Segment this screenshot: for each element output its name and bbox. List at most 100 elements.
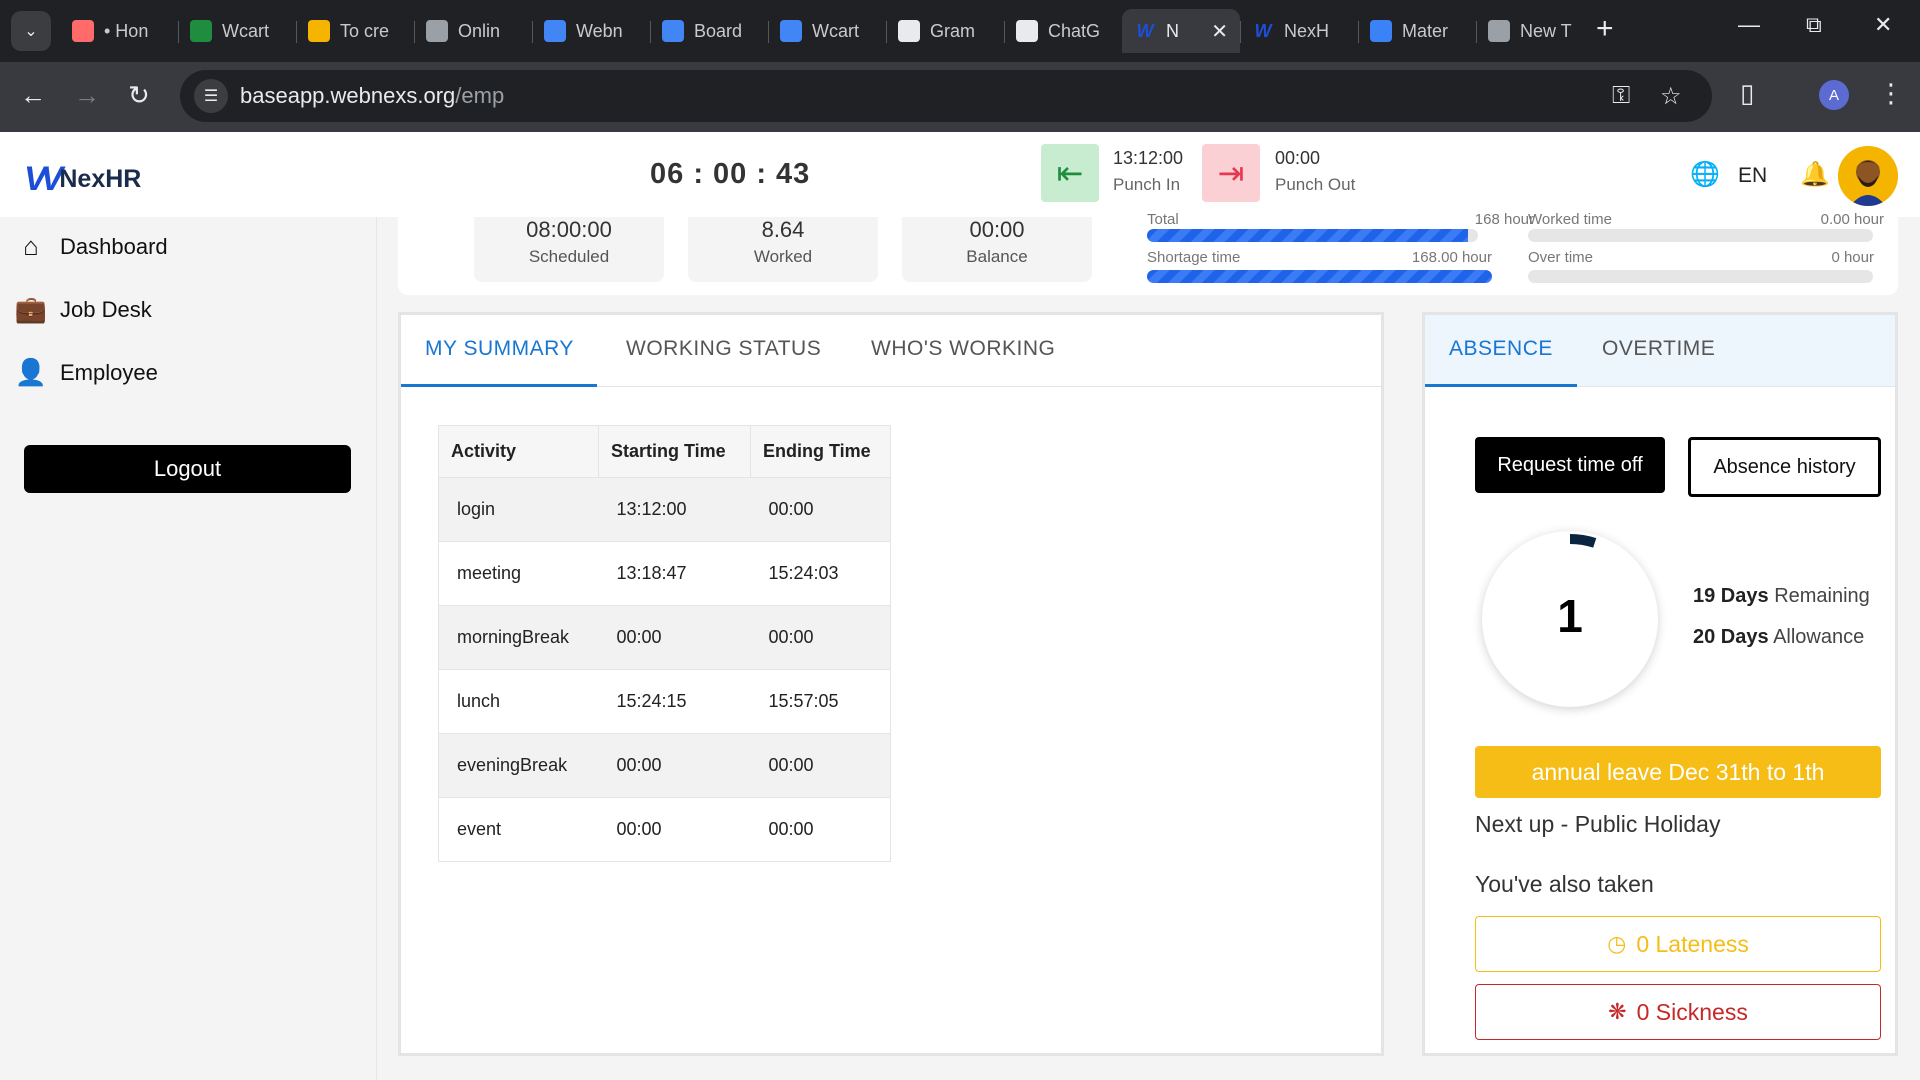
table-row: event 00:00 00:00 bbox=[438, 797, 891, 862]
tab-title: • Hon bbox=[104, 20, 149, 41]
chatgpt-icon bbox=[1016, 20, 1038, 42]
table-cell: 00:00 bbox=[750, 605, 891, 670]
days-remaining: 19 Days Remaining bbox=[1693, 585, 1870, 608]
tab-my-summary[interactable]: MY SUMMARY bbox=[425, 337, 574, 361]
browser-tab[interactable]: ChatG bbox=[1004, 9, 1122, 53]
bell-icon[interactable]: 🔔 bbox=[1800, 160, 1830, 189]
url-text[interactable]: baseapp.webnexs.org/emp bbox=[240, 83, 504, 109]
new-tab-button[interactable]: + bbox=[1596, 14, 1614, 44]
browser-toolbar: ← → ↻ ☰ baseapp.webnexs.org/emp ⚿ ☆ ▯ A … bbox=[0, 62, 1920, 132]
punch-in-icon: ⇤ bbox=[1056, 155, 1084, 191]
total-value: 168 hour bbox=[1474, 211, 1534, 228]
globe-icon[interactable]: 🌐 bbox=[1690, 160, 1720, 189]
shortage-value: 168.00 hour bbox=[1411, 249, 1492, 266]
tab-working-status[interactable]: WORKING STATUS bbox=[626, 337, 821, 361]
chrome-icon bbox=[1488, 20, 1510, 42]
leave-taken-ring: 1 bbox=[1482, 531, 1658, 707]
tab-title: Wcart bbox=[222, 20, 269, 41]
stat-value: 08:00:00 bbox=[526, 217, 612, 242]
sidebar-item-job-desk[interactable]: 💼 Job Desk bbox=[14, 294, 152, 325]
table-cell: event bbox=[438, 797, 599, 862]
browser-tab[interactable]: New T bbox=[1476, 9, 1594, 53]
overtime-value: 0 hour bbox=[1831, 249, 1874, 266]
key-icon[interactable]: ⚿ bbox=[1612, 82, 1630, 110]
forward-arrow-icon[interactable]: → bbox=[74, 80, 100, 111]
menu-kebab-icon[interactable]: ⋮ bbox=[1878, 78, 1904, 109]
avatar-illustration bbox=[1838, 146, 1898, 206]
language-selector[interactable]: EN bbox=[1738, 164, 1767, 188]
table-cell: 15:24:15 bbox=[598, 669, 751, 734]
tab-absence[interactable]: ABSENCE bbox=[1449, 337, 1553, 361]
punch-out-icon: ⇥ bbox=[1217, 155, 1245, 191]
summary-panel: MY SUMMARY WORKING STATUS WHO'S WORKING … bbox=[398, 312, 1384, 1056]
table-cell: login bbox=[438, 477, 599, 542]
nexhr-logo[interactable]: VV NexHR bbox=[24, 160, 141, 199]
chevron-down-icon: ⌄ bbox=[24, 23, 38, 40]
punch-out-time: 00:00 bbox=[1275, 148, 1321, 168]
column-header: Starting Time bbox=[598, 425, 751, 478]
annual-leave-banner: annual leave Dec 31th to 1th bbox=[1475, 746, 1881, 798]
browser-tab[interactable]: Gram bbox=[886, 9, 1004, 53]
restore-button[interactable]: ⧉ bbox=[1806, 12, 1822, 38]
worked-time-value: 0.00 hour bbox=[1820, 211, 1884, 228]
also-taken-text: You've also taken bbox=[1475, 871, 1654, 897]
shortage-bar bbox=[1147, 270, 1492, 283]
profile-avatar[interactable]: A bbox=[1819, 80, 1849, 110]
window-close-button[interactable]: ✕ bbox=[1874, 12, 1892, 38]
browser-tab[interactable]: W NexH bbox=[1240, 9, 1358, 53]
extensions-icon[interactable]: ▯ bbox=[1740, 78, 1754, 109]
tab-overtime[interactable]: OVERTIME bbox=[1602, 337, 1715, 361]
nexhr-icon: W bbox=[1136, 20, 1154, 41]
sickness-text: 0 Sickness bbox=[1636, 998, 1748, 1025]
days-allowance: 20 Days Allowance bbox=[1693, 626, 1864, 649]
leave-taken-count: 1 bbox=[1557, 590, 1583, 642]
reload-icon[interactable]: ↻ bbox=[128, 80, 150, 111]
stat-label: Worked bbox=[753, 247, 813, 266]
table-cell: 00:00 bbox=[750, 797, 891, 862]
tab-title: Mater bbox=[1402, 20, 1449, 41]
tab-whos-working[interactable]: WHO'S WORKING bbox=[871, 337, 1055, 361]
address-bar[interactable]: ☰ baseapp.webnexs.org/emp ⚿ ☆ bbox=[180, 70, 1712, 122]
browser-tab[interactable]: W N ✕ bbox=[1122, 9, 1240, 53]
site-info-icon[interactable]: ☰ bbox=[194, 79, 228, 113]
browser-tab[interactable]: • Hon bbox=[60, 9, 178, 53]
tab-title: New T bbox=[1520, 20, 1572, 41]
table-cell: meeting bbox=[438, 541, 599, 606]
total-bar-fill bbox=[1147, 229, 1469, 242]
tab-close-icon[interactable]: ✕ bbox=[1211, 19, 1228, 44]
absence-history-button[interactable]: Absence history bbox=[1688, 437, 1881, 497]
stat-scheduled: 08:00:00 Scheduled bbox=[474, 217, 664, 282]
browser-tab[interactable]: Board bbox=[650, 9, 768, 53]
sidebar-item-label: Dashboard bbox=[60, 233, 168, 259]
browser-tab[interactable]: Onlin bbox=[414, 9, 532, 53]
browser-tab[interactable]: Wcart bbox=[178, 9, 296, 53]
virus-icon: ❋ bbox=[1608, 999, 1627, 1024]
sidebar-item-employee[interactable]: 👤 Employee bbox=[14, 357, 158, 388]
star-icon[interactable]: ☆ bbox=[1660, 82, 1682, 111]
table-row: eveningBreak 00:00 00:00 bbox=[438, 733, 891, 798]
url-host: baseapp.webnexs.org bbox=[240, 83, 456, 108]
sheets-icon bbox=[190, 20, 212, 42]
activity-table: Activity Starting Time Ending Time login… bbox=[438, 425, 891, 862]
browser-tab[interactable]: Mater bbox=[1358, 9, 1476, 53]
punch-out-button[interactable]: ⇥ bbox=[1202, 144, 1260, 202]
browser-tab[interactable]: Webn bbox=[532, 9, 650, 53]
logout-button[interactable]: Logout bbox=[24, 445, 351, 493]
days-remaining-label: Remaining bbox=[1774, 585, 1870, 607]
user-avatar[interactable] bbox=[1838, 146, 1898, 206]
punch-in-button[interactable]: ⇤ bbox=[1041, 144, 1099, 202]
table-cell: 15:57:05 bbox=[750, 669, 891, 734]
browser-tab-strip: ⌄ • Hon Wcart To cre Onlin Webn Board Wcart Gra… bbox=[0, 0, 1920, 62]
nexhr-icon: W bbox=[1254, 20, 1272, 41]
request-time-off-button[interactable]: Request time off bbox=[1475, 437, 1665, 493]
stat-value: 8.64 bbox=[761, 217, 805, 242]
tab-search-button[interactable]: ⌄ bbox=[11, 11, 51, 51]
table-cell: 00:00 bbox=[598, 605, 751, 670]
browser-tab[interactable]: Wcart bbox=[768, 9, 886, 53]
app-header: VV NexHR 06 : 00 : 43 ⇤ 13:12:00 Punch I… bbox=[0, 132, 1920, 217]
sidebar-item-dashboard[interactable]: ⌂ Dashboard bbox=[14, 231, 168, 262]
tab-title: Onlin bbox=[458, 20, 501, 41]
minimize-button[interactable]: — bbox=[1738, 12, 1760, 38]
back-arrow-icon[interactable]: ← bbox=[20, 80, 46, 111]
browser-tab[interactable]: To cre bbox=[296, 9, 414, 53]
